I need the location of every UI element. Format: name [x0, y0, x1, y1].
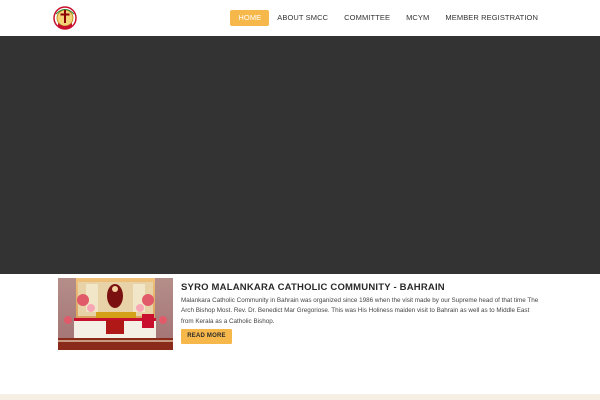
site-header: HOME ABOUT SMCC COMMITTEE MCYM MEMBER RE…: [0, 0, 600, 36]
nav-home[interactable]: HOME: [230, 10, 270, 26]
nav-mcym[interactable]: MCYM: [398, 10, 437, 26]
main-nav: HOME ABOUT SMCC COMMITTEE MCYM MEMBER RE…: [230, 10, 546, 26]
nav-member-registration[interactable]: MEMBER REGISTRATION: [437, 10, 546, 26]
hero-banner: [0, 36, 600, 274]
post-title: SYRO MALANKARA CATHOLIC COMMUNITY - BAHR…: [181, 282, 445, 293]
church-altar-photo[interactable]: [58, 278, 173, 350]
post-excerpt: Malankara Catholic Community in Bahrain …: [181, 297, 539, 325]
read-more-button[interactable]: READ MORE: [181, 329, 232, 344]
church-crest-logo[interactable]: [52, 4, 78, 33]
nav-committee[interactable]: COMMITTEE: [336, 10, 398, 26]
nav-about-smcc[interactable]: ABOUT SMCC: [269, 10, 336, 26]
footer-strip: [0, 394, 600, 400]
